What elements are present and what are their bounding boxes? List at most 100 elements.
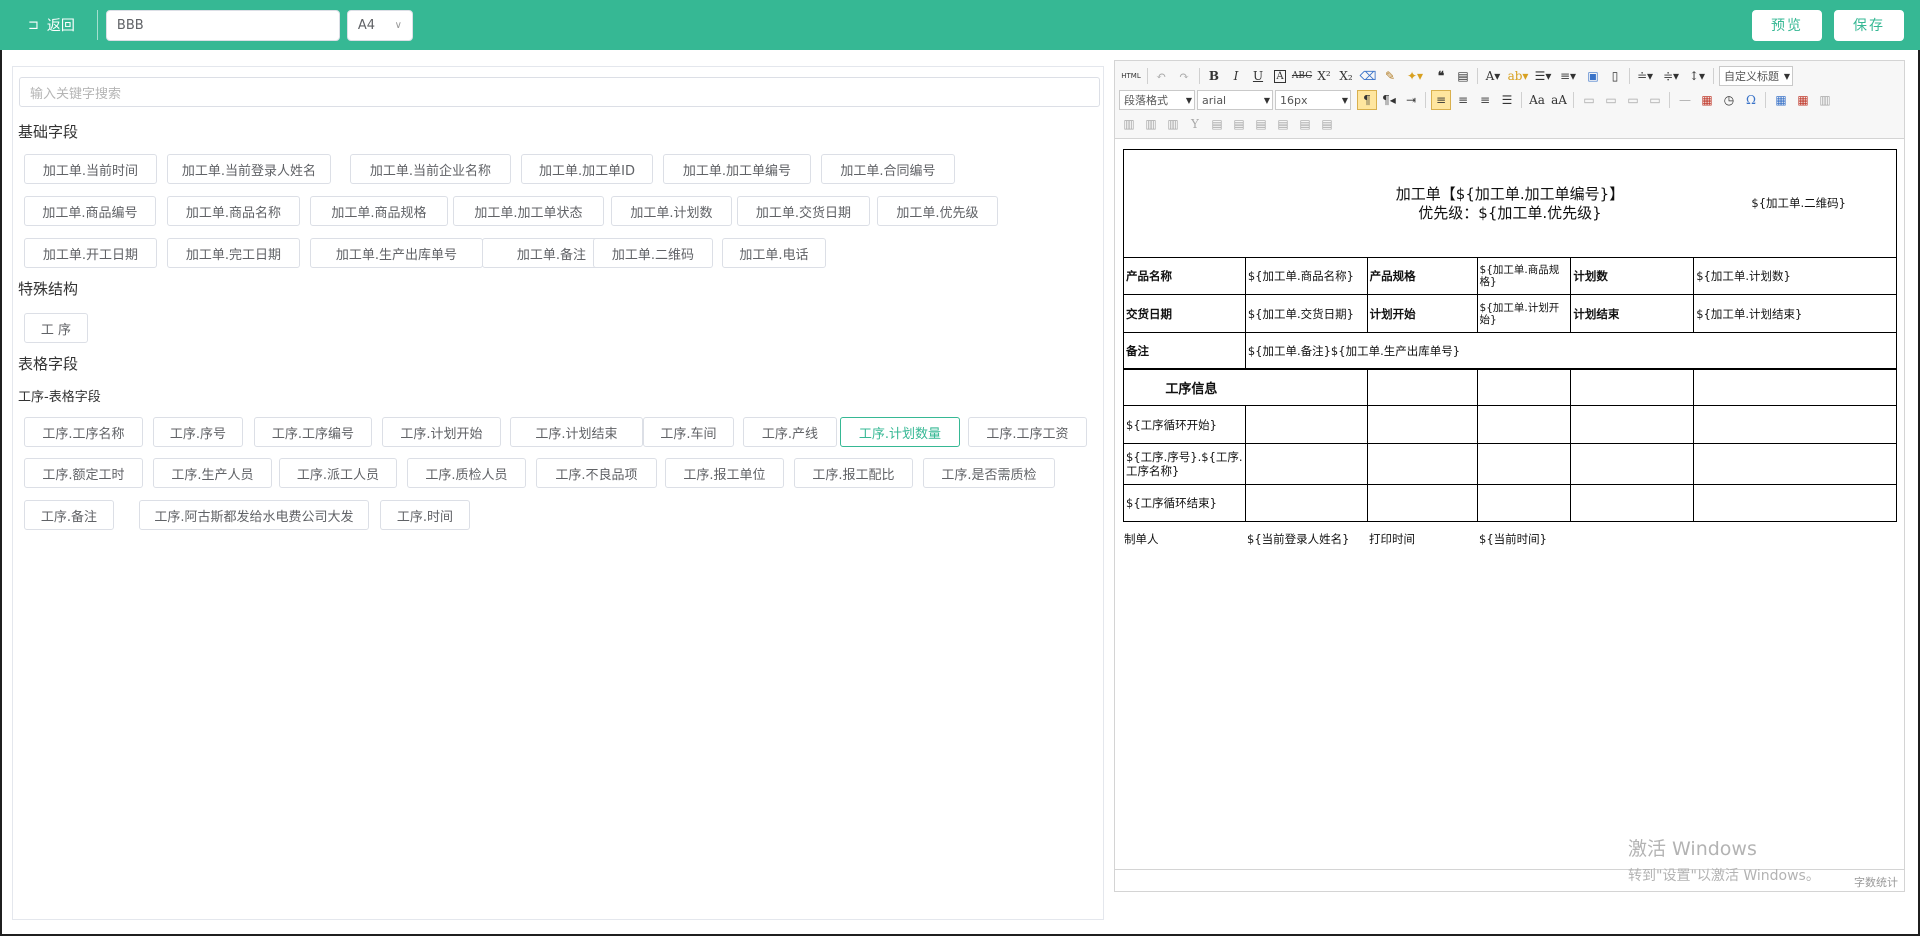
custom-title-select[interactable]: 自定义标题 ▼ xyxy=(1719,66,1793,86)
horizontal-rule-icon[interactable]: — xyxy=(1675,90,1695,110)
font-border-icon[interactable]: A xyxy=(1270,66,1290,86)
unordered-list-icon[interactable]: ≡▾ xyxy=(1558,66,1578,86)
field-tag[interactable]: 加工单.电话 xyxy=(722,238,826,268)
bold-icon[interactable]: B xyxy=(1204,66,1224,86)
source-icon[interactable]: HTML xyxy=(1119,66,1143,86)
field-tag[interactable]: 工序.工序编号 xyxy=(254,417,372,447)
field-tag[interactable]: 工序.阿古斯都发给水电费公司大发 xyxy=(139,500,369,530)
auto-typeset-icon[interactable]: ✦▾ xyxy=(1405,66,1425,86)
line-height-icon[interactable]: ↕▾ xyxy=(1687,66,1707,86)
image-none-icon[interactable]: ▭ xyxy=(1579,90,1599,110)
italic-icon[interactable]: I xyxy=(1226,66,1246,86)
field-tag[interactable]: 工 序 xyxy=(24,313,88,343)
font-size-select[interactable]: 16px ▼ xyxy=(1275,90,1351,110)
field-tag[interactable]: 工序.计划数量 xyxy=(840,417,960,447)
field-tag[interactable]: 加工单.二维码 xyxy=(593,238,713,268)
format-brush-icon[interactable]: ✎ xyxy=(1380,66,1400,86)
field-tag[interactable]: 工序.计划开始 xyxy=(382,417,501,447)
eraser-icon[interactable]: ⌫ xyxy=(1358,66,1378,86)
back-button[interactable]: ⊐ 返回 xyxy=(28,15,75,35)
split-cols-icon[interactable]: ▤ xyxy=(1317,114,1337,134)
undo-icon[interactable]: ↶ xyxy=(1151,66,1171,86)
field-tag[interactable]: 加工单.当前时间 xyxy=(24,154,157,184)
date-icon[interactable]: ▦ xyxy=(1697,90,1717,110)
field-tag[interactable]: 加工单.加工单ID xyxy=(521,154,653,184)
paragraph-format-select[interactable]: 段落格式 ▼ xyxy=(1119,90,1195,110)
field-tag[interactable]: 加工单.当前企业名称 xyxy=(350,154,511,184)
field-tag[interactable]: 加工单.完工日期 xyxy=(167,238,300,268)
field-tag[interactable]: 工序.工序名称 xyxy=(24,417,143,447)
document-area[interactable]: 加工单【${加工单.加工单编号}】 优先级：${加工单.优先级} ${加工单.二… xyxy=(1123,149,1898,869)
row-spacing-bottom-icon[interactable]: ≑▾ xyxy=(1661,66,1681,86)
field-tag[interactable]: 工序.质检人员 xyxy=(407,458,526,488)
field-tag[interactable]: 工序.报工配比 xyxy=(794,458,913,488)
subscript-icon[interactable]: X₂ xyxy=(1336,66,1356,86)
align-center-icon[interactable]: ≡ xyxy=(1453,90,1473,110)
field-tag[interactable]: 加工单.当前登录人姓名 xyxy=(167,154,331,184)
paper-size-select[interactable]: A4 ∨ xyxy=(346,9,413,41)
field-tag[interactable]: 工序.报工单位 xyxy=(665,458,784,488)
row-spacing-top-icon[interactable]: ≐▾ xyxy=(1635,66,1655,86)
time-icon[interactable]: ◷ xyxy=(1719,90,1739,110)
underline-icon[interactable]: U xyxy=(1248,66,1268,86)
field-tag[interactable]: 加工单.商品规格 xyxy=(310,196,448,226)
redo-icon[interactable]: ↷ xyxy=(1174,66,1194,86)
merge-down-icon[interactable]: ▤ xyxy=(1251,114,1271,134)
insert-paragraph-before-table-icon[interactable]: ▥ xyxy=(1815,90,1835,110)
field-tag[interactable]: 加工单.交货日期 xyxy=(737,196,870,226)
insert-table-icon[interactable]: ▦ xyxy=(1771,90,1791,110)
select-all-icon[interactable]: ▣ xyxy=(1583,66,1603,86)
image-center-icon[interactable]: ▭ xyxy=(1645,90,1665,110)
split-cells-icon[interactable]: ▤ xyxy=(1273,114,1293,134)
field-tag[interactable]: 工序.时间 xyxy=(380,500,470,530)
pasteplain-icon[interactable]: ▤ xyxy=(1453,66,1473,86)
ltr-direction-icon[interactable]: ¶ xyxy=(1357,90,1377,110)
font-family-select[interactable]: arial ▼ xyxy=(1197,90,1273,110)
image-right-icon[interactable]: ▭ xyxy=(1623,90,1643,110)
field-tag[interactable]: 加工单.商品编号 xyxy=(24,196,156,226)
field-tag[interactable]: 加工单.加工单编号 xyxy=(663,154,811,184)
field-tag[interactable]: 工序.车间 xyxy=(643,417,734,447)
save-button[interactable]: 保存 xyxy=(1834,9,1904,41)
image-left-icon[interactable]: ▭ xyxy=(1601,90,1621,110)
field-tag[interactable]: 工序.是否需质检 xyxy=(923,458,1055,488)
field-tag[interactable]: 加工单.合同编号 xyxy=(821,154,955,184)
delete-col-icon[interactable]: Y xyxy=(1185,114,1205,134)
insert-col-icon[interactable]: ▥ xyxy=(1163,114,1183,134)
indent-icon[interactable]: ⇥ xyxy=(1401,90,1421,110)
blockquote-icon[interactable]: ❝ xyxy=(1431,66,1451,86)
insert-row-icon[interactable]: ▥ xyxy=(1119,114,1139,134)
align-left-icon[interactable]: ≡ xyxy=(1431,90,1451,110)
special-char-icon[interactable]: Ω xyxy=(1741,90,1761,110)
field-tag[interactable]: 工序.生产人员 xyxy=(153,458,272,488)
align-right-icon[interactable]: ≡ xyxy=(1475,90,1495,110)
field-tag[interactable]: 加工单.计划数 xyxy=(611,196,732,226)
field-tag[interactable]: 加工单.加工单状态 xyxy=(453,196,604,226)
ordered-list-icon[interactable]: ☰▾ xyxy=(1533,66,1553,86)
preview-button[interactable]: 预览 xyxy=(1752,9,1822,41)
field-tag[interactable]: 工序.备注 xyxy=(24,500,114,530)
clear-doc-icon[interactable]: ▯ xyxy=(1605,66,1625,86)
delete-row-icon[interactable]: ▥ xyxy=(1141,114,1161,134)
field-tag[interactable]: 加工单.商品名称 xyxy=(167,196,300,226)
field-tag[interactable]: 工序.工序工资 xyxy=(968,417,1087,447)
delete-table-icon[interactable]: ▦ xyxy=(1793,90,1813,110)
highlight-color-icon[interactable]: ab▾ xyxy=(1508,66,1529,86)
field-tag[interactable]: 工序.产线 xyxy=(743,417,837,447)
align-justify-icon[interactable]: ☰ xyxy=(1497,90,1517,110)
rtl-direction-icon[interactable]: ¶◂ xyxy=(1379,90,1399,110)
superscript-icon[interactable]: X² xyxy=(1314,66,1334,86)
strikethrough-icon[interactable]: ABC xyxy=(1292,66,1312,86)
font-color-icon[interactable]: A▾ xyxy=(1483,66,1503,86)
to-lowercase-icon[interactable]: aA xyxy=(1549,90,1569,110)
field-tag[interactable]: 工序.计划结束 xyxy=(510,417,643,447)
field-tag[interactable]: 加工单.开工日期 xyxy=(24,238,157,268)
field-tag[interactable]: 工序.额定工时 xyxy=(24,458,143,488)
to-uppercase-icon[interactable]: Aa xyxy=(1527,90,1547,110)
split-rows-icon[interactable]: ▤ xyxy=(1295,114,1315,134)
field-tag[interactable]: 工序.序号 xyxy=(153,417,243,447)
field-tag[interactable]: 工序.不良品项 xyxy=(536,458,657,488)
merge-right-icon[interactable]: ▤ xyxy=(1229,114,1249,134)
field-tag[interactable]: 工序.派工人员 xyxy=(279,458,397,488)
field-tag[interactable]: 加工单.生产出库单号 xyxy=(310,238,483,268)
